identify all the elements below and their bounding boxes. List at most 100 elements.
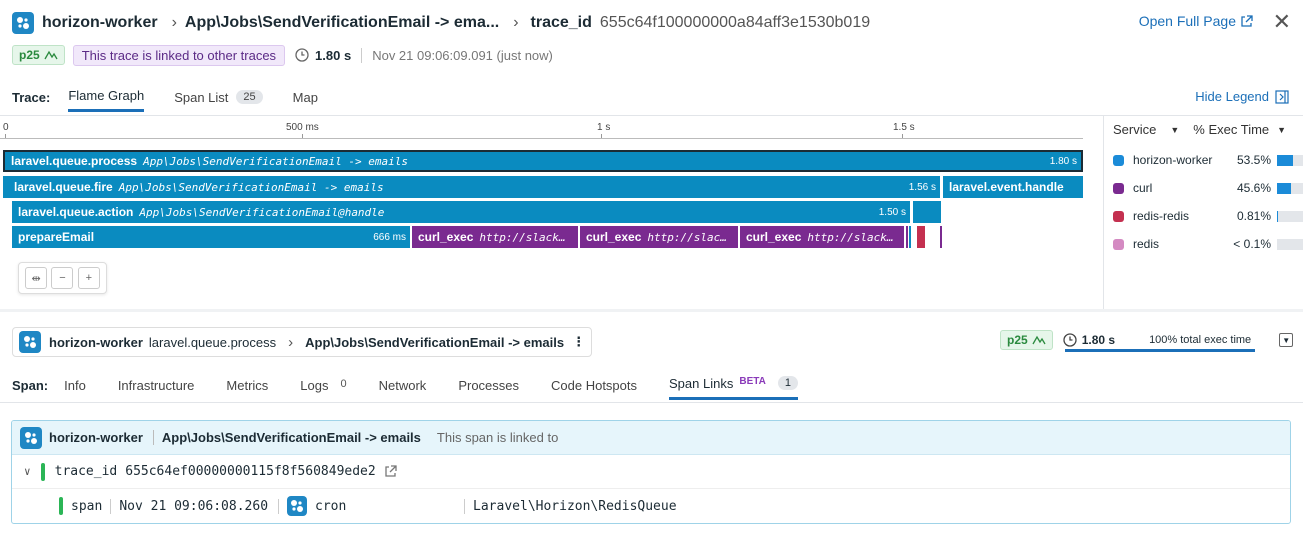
trace-id-value[interactable]: 655c64f100000000a84aff3e1530b019 — [600, 14, 870, 32]
tab-logs[interactable]: Logs 0 — [300, 378, 346, 399]
linked-span-time: Nov 21 09:06:08.260 — [119, 498, 280, 514]
status-indicator — [59, 497, 63, 515]
legend-service-name: redis-redis — [1133, 209, 1190, 223]
legend-service-name: curl — [1133, 181, 1153, 195]
span-bar[interactable] — [917, 226, 925, 248]
external-link-icon[interactable] — [384, 465, 397, 478]
span-bar[interactable] — [940, 226, 942, 248]
chevron-down-icon[interactable]: ∨ — [24, 465, 31, 478]
trace-tabs-label: Trace: — [12, 89, 51, 105]
expand-icon[interactable]: ▼ — [1279, 333, 1294, 347]
span-detail-header: horizon-worker laravel.queue.process › A… — [12, 327, 593, 357]
service-name[interactable]: horizon-worker — [42, 14, 158, 32]
legend-pct-header[interactable]: % Exec Time — [1193, 122, 1269, 137]
legend-pct-bar — [1277, 210, 1303, 222]
tick-label: 1.5 s — [893, 122, 915, 133]
span-name: curl_exec — [586, 230, 642, 244]
legend-pct-bar — [1277, 154, 1303, 166]
legend-item[interactable]: redis-redis 0.81% — [1113, 206, 1303, 226]
tab-code-hotspots[interactable]: Code Hotspots — [551, 378, 637, 399]
span-bar[interactable] — [913, 201, 941, 223]
linked-trace-row[interactable]: ∨ trace_id 655c64ef00000000115f8f560849e… — [12, 455, 1290, 489]
span-bar[interactable]: laravel.queue.process App\Jobs\SendVerif… — [3, 150, 1083, 172]
tab-infrastructure[interactable]: Infrastructure — [118, 378, 195, 399]
legend-pct: 53.5% — [1236, 153, 1271, 167]
tab-span-list-label: Span List — [174, 89, 229, 105]
legend-item[interactable]: curl 45.6% — [1113, 178, 1303, 198]
span-bar[interactable] — [909, 226, 911, 248]
zoom-in-icon[interactable]: + — [77, 267, 100, 289]
tab-span-list[interactable]: Span List 25 — [174, 89, 263, 111]
span-name: prepareEmail — [18, 230, 95, 244]
open-full-page-label: Open Full Page — [1138, 13, 1236, 29]
hide-legend-button[interactable]: Hide Legend — [1195, 89, 1289, 104]
span-resource: http://slack… — [479, 230, 566, 244]
close-icon[interactable]: ✕ — [1273, 9, 1291, 35]
legend-service-name: horizon-worker — [1133, 153, 1213, 167]
tab-metrics[interactable]: Metrics — [226, 378, 268, 399]
span-bar[interactable]: curl_exec http://slack… — [412, 226, 578, 248]
span-bar[interactable] — [906, 226, 908, 248]
span-operation[interactable]: laravel.queue.process — [149, 335, 276, 350]
trace-timestamp: Nov 21 09:06:09.091 (just now) — [361, 47, 553, 63]
span-links-count: 1 — [777, 376, 798, 390]
trace-header: horizon-worker › App\Jobs\SendVerificati… — [12, 10, 870, 36]
legend-pct: 45.6% — [1236, 181, 1271, 195]
linked-span-service: cron — [315, 498, 466, 514]
tab-flame-graph[interactable]: Flame Graph — [68, 88, 145, 112]
linked-trace-id-label: trace_id — [54, 464, 118, 479]
span-resource[interactable]: App\Jobs\SendVerificationEmail -> emails — [305, 335, 564, 350]
tab-map[interactable]: Map — [293, 90, 318, 111]
link-note: This span is linked to — [436, 430, 559, 445]
span-bar[interactable]: prepareEmail 666 ms — [12, 226, 410, 248]
caret-down-icon[interactable]: ▼ — [1277, 125, 1286, 135]
clock-icon — [295, 48, 309, 62]
trace-id-label: trace_id — [530, 14, 592, 31]
legend-pct: 0.81% — [1236, 209, 1271, 223]
zoom-controls: ⇹ − + — [18, 262, 107, 294]
legend-service-header[interactable]: Service — [1113, 122, 1156, 137]
service-icon — [12, 12, 34, 34]
percentile-text: p25 — [1007, 333, 1028, 347]
caret-down-icon[interactable]: ▼ — [1170, 125, 1179, 135]
span-bar[interactable]: laravel.event.handle — [943, 176, 1083, 198]
span-tabs-label: Span: — [12, 377, 49, 393]
resource-name[interactable]: App\Jobs\SendVerificationEmail -> ema... — [185, 14, 499, 32]
fit-icon[interactable]: ⇹ — [25, 267, 48, 289]
legend-swatch — [1113, 238, 1124, 250]
beta-badge: BETA — [739, 376, 766, 387]
axis-line — [0, 138, 1083, 139]
linked-traces-badge[interactable]: This trace is linked to other traces — [72, 44, 286, 66]
more-options-icon[interactable]: ⋮ — [572, 334, 585, 350]
tab-network[interactable]: Network — [379, 378, 427, 399]
tab-processes[interactable]: Processes — [458, 378, 519, 399]
span-summary: p25 1.80 s 100% total exec time ▼ — [1000, 330, 1294, 350]
span-bar[interactable]: curl_exec http://slack… — [740, 226, 904, 248]
trace-tabs: Trace: Flame Graph Span List 25 Map — [12, 86, 348, 114]
span-service[interactable]: horizon-worker — [49, 335, 143, 350]
legend-swatch — [1113, 154, 1124, 166]
linked-trace-id[interactable]: 655c64ef00000000115f8f560849ede2 — [125, 464, 375, 479]
open-full-page-link[interactable]: Open Full Page — [1139, 13, 1253, 29]
zoom-out-icon[interactable]: − — [51, 267, 74, 289]
linked-span-resource: Laravel\Horizon\RedisQueue — [473, 498, 677, 514]
span-bar[interactable]: laravel.queue.fire App\Jobs\SendVerifica… — [3, 176, 940, 198]
legend-pct: < 0.1% — [1233, 237, 1271, 251]
linked-span-row[interactable]: span Nov 21 09:06:08.260 cron Laravel\Ho… — [12, 489, 1290, 523]
legend-header: Service ▼ % Exec Time ▼ — [1113, 122, 1299, 137]
span-name: laravel.event.handle — [949, 180, 1064, 194]
legend-item[interactable]: horizon-worker 53.5% — [1113, 150, 1303, 170]
logs-count: 0 — [340, 377, 347, 390]
legend-swatch — [1113, 182, 1124, 194]
span-bar[interactable]: laravel.queue.action App\Jobs\SendVerifi… — [12, 201, 910, 223]
tab-span-links[interactable]: Span Links BETA 1 — [669, 376, 798, 400]
percentile-badge[interactable]: p25 — [1000, 330, 1053, 350]
chevron-right-icon: › — [513, 14, 519, 31]
tab-info[interactable]: Info — [64, 378, 86, 399]
span-bar[interactable]: curl_exec http://slac… — [580, 226, 738, 248]
legend-pct-bar — [1277, 182, 1303, 194]
flame-graph[interactable]: 0 500 ms 1 s 1.5 s laravel.queue.process… — [0, 116, 1103, 306]
legend-item[interactable]: redis < 0.1% — [1113, 234, 1303, 254]
percentile-badge[interactable]: p25 — [12, 45, 65, 65]
span-duration: 1.80 s — [1081, 333, 1116, 347]
